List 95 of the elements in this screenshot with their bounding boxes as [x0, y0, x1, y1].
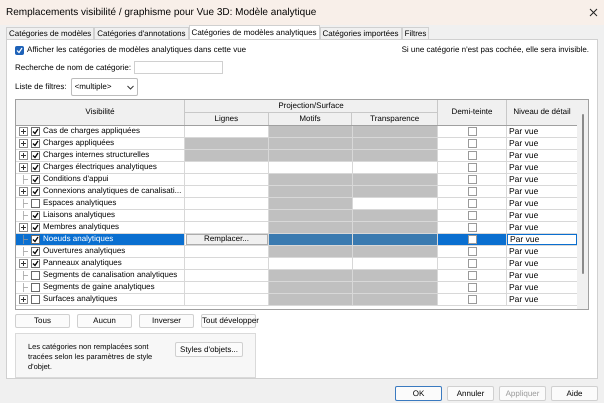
expand-icon[interactable]	[19, 258, 28, 268]
checkbox[interactable]	[31, 258, 40, 268]
column-header: Lignes	[185, 112, 269, 125]
filter-label: Liste de filtres:	[15, 81, 67, 94]
category-name: Liaisons analytiques	[43, 211, 116, 220]
checkbox[interactable]	[468, 138, 476, 148]
checkbox[interactable]	[468, 234, 476, 244]
category-row[interactable]: Charges appliquées	[16, 138, 185, 149]
search-field[interactable]	[134, 61, 224, 74]
category-name: Espaces analytiques	[43, 199, 116, 208]
checkbox[interactable]	[15, 46, 24, 55]
column-header: Motifs	[268, 112, 352, 125]
expand-icon[interactable]	[19, 150, 28, 160]
category-name: Panneaux analytiques	[43, 259, 122, 268]
search-label: Recherche de nom de catégorie:	[15, 62, 132, 74]
hint-text: Si une catégorie n'est pas cochée, elle sera invisible.	[402, 44, 589, 56]
checkbox[interactable]	[31, 246, 40, 256]
category-row[interactable]: Panneaux analytiques	[16, 258, 185, 269]
expand-icon[interactable]	[19, 162, 28, 172]
table-action-button[interactable]: Aucun	[77, 314, 132, 328]
checkbox[interactable]	[31, 282, 40, 292]
checkbox[interactable]	[468, 210, 476, 220]
checkbox[interactable]	[31, 126, 40, 136]
checkmark-icon	[16, 46, 23, 54]
checkbox[interactable]	[468, 186, 476, 196]
tab[interactable]: Catégories de modèles	[6, 27, 94, 39]
window-title: Remplacements visibilité / graphisme pour Vue 3D: Modèle analytique	[6, 6, 316, 20]
category-name: Noeuds analytiques	[43, 235, 114, 244]
checkbox[interactable]	[468, 126, 476, 136]
checkbox[interactable]	[468, 198, 476, 208]
category-name: Charges appliquées	[43, 139, 114, 148]
checkbox[interactable]	[468, 294, 476, 304]
category-name: Ouvertures analytiques	[43, 247, 126, 256]
checkbox[interactable]	[468, 162, 476, 172]
checkbox[interactable]	[31, 222, 40, 232]
checkbox[interactable]	[468, 246, 476, 256]
checkbox[interactable]	[31, 174, 40, 184]
category-row[interactable]: Charges internes structurelles	[16, 150, 185, 161]
expand-icon[interactable]	[19, 138, 28, 148]
expand-icon[interactable]	[19, 294, 28, 304]
tab[interactable]: Catégories importées	[320, 27, 402, 39]
category-row[interactable]: Noeuds analytiques	[16, 234, 185, 245]
dialog-button[interactable]: Annuler	[447, 386, 494, 401]
column-header: Visibilité	[16, 100, 185, 125]
category-name: Segments de gaine analytiques	[43, 283, 155, 292]
category-row[interactable]: Membres analytiques	[16, 222, 185, 233]
category-name: Surfaces analytiques	[43, 295, 118, 304]
column-header: Demi-teinte	[438, 100, 507, 125]
checkbox[interactable]	[31, 138, 40, 148]
category-name: Segments de canalisation analytiques	[43, 271, 178, 280]
table-action-button[interactable]: Tous	[15, 314, 70, 328]
expand-icon[interactable]	[19, 222, 28, 232]
scrollbar[interactable]	[577, 100, 588, 310]
checkbox[interactable]	[468, 270, 476, 280]
category-name: Charges électriques analytiques	[43, 163, 157, 172]
category-name: Cas de charges appliquées	[43, 127, 140, 136]
checkbox[interactable]	[31, 270, 40, 280]
column-group-header: Projection/Surface	[185, 100, 437, 113]
tab[interactable]: Filtres	[402, 27, 430, 39]
dialog-button[interactable]: Aide	[551, 386, 598, 401]
checkbox[interactable]	[31, 162, 40, 172]
dialog-button[interactable]: OK	[395, 386, 442, 401]
category-row[interactable]: Cas de charges appliquées	[16, 126, 185, 137]
checkbox[interactable]	[468, 174, 476, 184]
checkbox-label: Afficher les catégories de modèles analytiques dans cette vue	[27, 44, 246, 56]
checkbox[interactable]	[468, 258, 476, 268]
checkbox[interactable]	[31, 150, 40, 160]
category-name: Connexions analytiques de canalisati...	[43, 187, 182, 196]
category-name: Membres analytiques	[43, 223, 120, 232]
object-styles-button[interactable]: Styles d'objets...	[175, 342, 243, 358]
detail-level-cell[interactable]: Par vue	[507, 234, 577, 245]
column-header: Transparence	[369, 112, 420, 125]
checkbox[interactable]	[31, 198, 40, 208]
category-row[interactable]: Connexions analytiques de canalisati...	[16, 186, 185, 197]
checkbox[interactable]	[31, 234, 40, 244]
tab[interactable]: Catégories d'annotations	[94, 27, 189, 39]
table-action-button[interactable]: Inverser	[139, 314, 194, 328]
checkbox[interactable]	[31, 186, 40, 196]
checkbox[interactable]	[31, 294, 40, 304]
checkbox[interactable]	[468, 282, 476, 292]
category-row[interactable]: Charges électriques analytiques	[16, 162, 185, 173]
expand-icon[interactable]	[19, 186, 28, 196]
category-name: Conditions d'appui	[43, 175, 109, 184]
close-icon[interactable]	[589, 8, 598, 17]
filter-dropdown[interactable]: <multiple>	[70, 78, 138, 96]
chevron-down-icon	[126, 84, 134, 90]
category-row[interactable]: Surfaces analytiques	[16, 294, 185, 305]
override-button[interactable]: Remplacer...	[186, 234, 268, 245]
checkbox[interactable]	[468, 222, 476, 232]
checkbox[interactable]	[31, 210, 40, 220]
tab[interactable]: Catégories de modèles analytiques	[188, 25, 320, 39]
category-name: Charges internes structurelles	[43, 151, 150, 160]
checkbox[interactable]	[468, 150, 476, 160]
expand-icon[interactable]	[19, 126, 28, 136]
column-header: Niveau de détail	[512, 106, 572, 118]
